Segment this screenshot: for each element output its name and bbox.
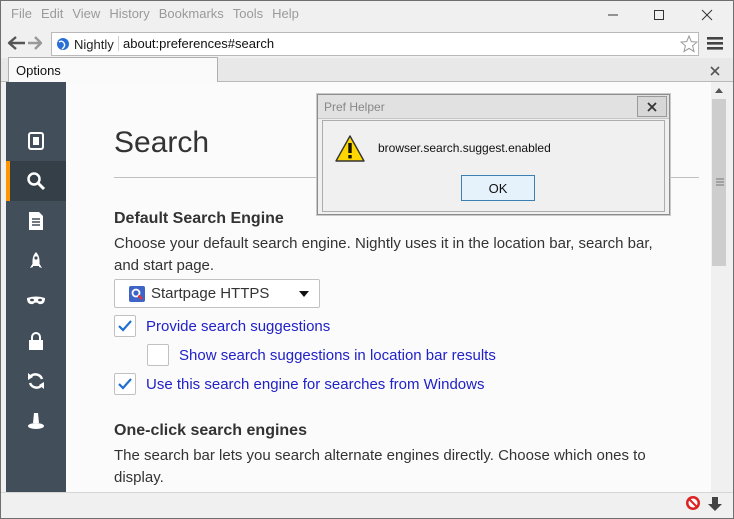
provide-suggestions-checkbox[interactable] xyxy=(114,315,136,337)
menu-help[interactable]: Help xyxy=(272,6,299,21)
sidebar-item-security[interactable] xyxy=(6,321,66,361)
checkmark-icon xyxy=(118,320,132,332)
dialog-message: browser.search.suggest.enabled xyxy=(378,141,551,155)
sidebar-item-privacy[interactable] xyxy=(6,281,66,321)
forward-arrow-icon xyxy=(28,36,43,50)
advanced-wizard-icon xyxy=(28,413,44,429)
sidebar-item-content[interactable] xyxy=(6,201,66,241)
menu-tools[interactable]: Tools xyxy=(233,6,263,21)
pref-helper-dialog: Pref Helper browser.search.suggest.enabl… xyxy=(317,94,670,215)
one-click-description: The search bar lets you search alternate… xyxy=(114,447,646,486)
bookmark-star-button[interactable] xyxy=(679,34,699,58)
preferences-sidebar xyxy=(6,82,66,492)
checkmark-icon xyxy=(118,378,132,390)
location-bar-suggestions-checkbox[interactable] xyxy=(147,344,169,366)
minimize-icon xyxy=(608,14,618,16)
sidebar-item-applications[interactable] xyxy=(6,241,66,281)
hamburger-icon xyxy=(707,37,723,50)
no-entry-icon xyxy=(686,496,700,510)
ok-button[interactable]: OK xyxy=(461,175,535,201)
close-window-button[interactable] xyxy=(684,1,730,29)
selected-engine: Startpage HTTPS xyxy=(151,285,270,302)
dialog-body: browser.search.suggest.enabled OK xyxy=(322,120,665,212)
maximize-icon xyxy=(654,10,664,20)
sidebar-item-advanced[interactable] xyxy=(6,401,66,441)
privacy-mask-icon xyxy=(27,296,45,305)
menu-edit[interactable]: Edit xyxy=(41,6,63,21)
ok-label: OK xyxy=(488,180,508,196)
windows-search-checkbox[interactable] xyxy=(114,373,136,395)
maximize-button[interactable] xyxy=(636,1,682,29)
scrollbar-thumb[interactable] xyxy=(712,99,726,266)
close-icon xyxy=(701,9,713,21)
status-bar xyxy=(1,492,733,518)
sidebar-item-sync[interactable] xyxy=(6,361,66,401)
identity-box[interactable]: Nightly xyxy=(56,33,114,55)
menu-view[interactable]: View xyxy=(72,6,100,21)
grip-icon xyxy=(716,178,724,186)
dialog-title-bar: Pref Helper xyxy=(318,95,669,119)
menu-bookmarks[interactable]: Bookmarks xyxy=(159,6,224,21)
dialog-close-button[interactable] xyxy=(637,96,667,117)
star-icon xyxy=(679,34,699,53)
menu: File Edit View History Bookmarks Tools H… xyxy=(11,6,308,21)
search-icon xyxy=(27,172,46,191)
close-icon xyxy=(647,101,657,112)
default-engine-description: Choose your default search engine. Night… xyxy=(114,235,653,274)
menu-file[interactable]: File xyxy=(11,6,32,21)
sidebar-item-search[interactable] xyxy=(6,161,66,201)
globe-icon xyxy=(57,38,69,50)
content-icon xyxy=(29,212,43,230)
security-lock-icon xyxy=(29,332,43,350)
sidebar-item-general[interactable] xyxy=(6,121,66,161)
warning-icon xyxy=(335,135,365,162)
menu-history[interactable]: History xyxy=(109,6,149,21)
page-title: Search xyxy=(114,126,210,159)
identity-label: Nightly xyxy=(74,36,114,52)
one-click-heading: One-click search engines xyxy=(114,422,307,439)
sync-icon xyxy=(28,373,44,389)
minimize-button[interactable] xyxy=(590,1,636,29)
provide-suggestions-label[interactable]: Provide search suggestions xyxy=(146,318,330,335)
downloads-button[interactable] xyxy=(708,496,722,517)
tab-label: Options xyxy=(16,63,61,78)
addon-button[interactable] xyxy=(685,495,701,516)
startpage-icon xyxy=(129,285,145,302)
forward-button[interactable] xyxy=(27,35,43,56)
windows-search-label[interactable]: Use this search engine for searches from… xyxy=(146,376,484,393)
close-icon xyxy=(710,66,720,76)
general-icon xyxy=(28,132,44,150)
scroll-up-arrow-icon[interactable] xyxy=(711,86,727,96)
chevron-down-icon xyxy=(299,291,309,297)
url-text[interactable]: about:preferences#search xyxy=(118,36,274,51)
download-arrow-icon xyxy=(708,497,722,511)
dialog-title: Pref Helper xyxy=(324,100,385,114)
default-engine-dropdown[interactable]: Startpage HTTPS xyxy=(114,279,320,308)
back-button[interactable] xyxy=(7,35,27,56)
applications-icon xyxy=(30,252,42,268)
default-engine-heading: Default Search Engine xyxy=(114,210,284,227)
location-bar-suggestions-label[interactable]: Show search suggestions in location bar … xyxy=(179,347,496,364)
back-arrow-icon xyxy=(7,36,25,50)
tab-options[interactable]: Options xyxy=(8,57,218,82)
close-tab-button[interactable] xyxy=(710,63,720,81)
hamburger-menu-button[interactable] xyxy=(707,36,723,55)
url-bar[interactable]: Nightly about:preferences#search xyxy=(51,32,699,56)
